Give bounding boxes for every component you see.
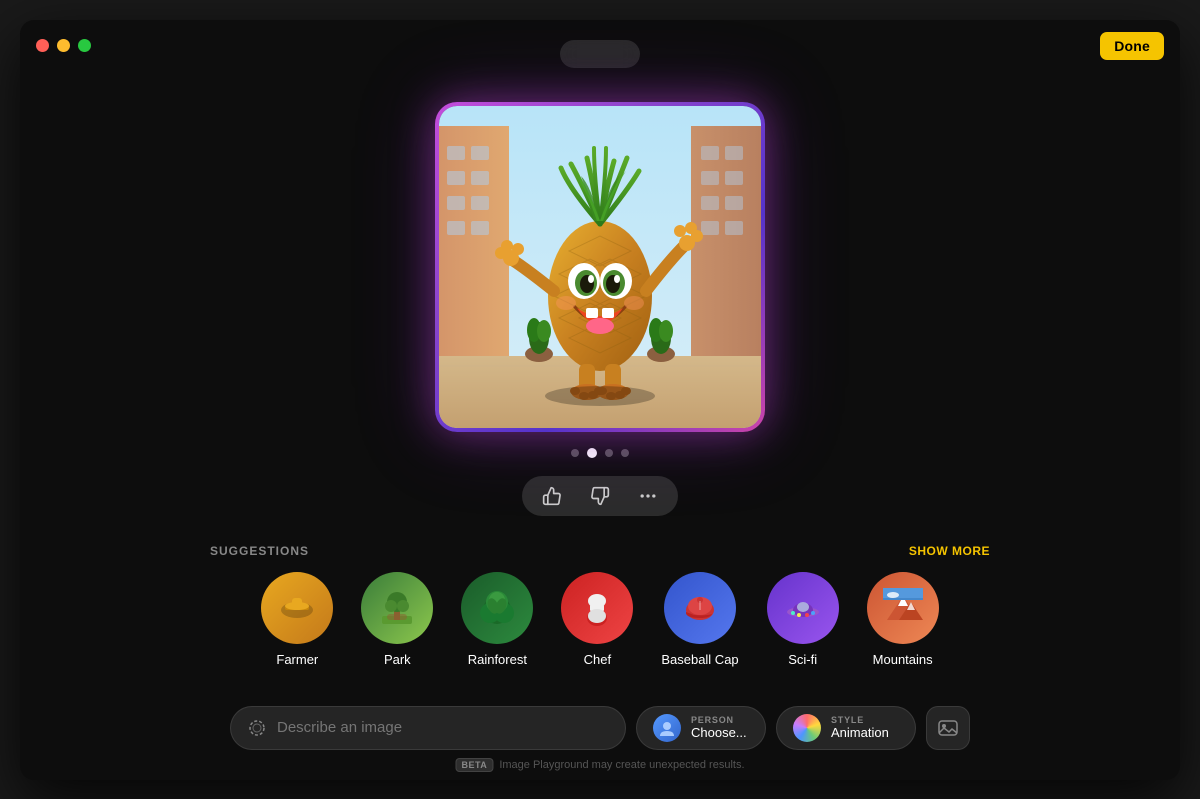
generated-image — [439, 106, 761, 428]
action-buttons — [522, 476, 678, 516]
mountains-label: Mountains — [873, 652, 933, 667]
main-window: Done — [20, 20, 1180, 780]
suggestion-park[interactable]: Park — [361, 572, 433, 667]
suggestions-section: SUGGESTIONS SHOW MORE Farmer — [210, 544, 990, 667]
beta-badge: BETA — [455, 758, 493, 772]
suggestion-baseball-cap[interactable]: Baseball Cap — [661, 572, 738, 667]
style-text: STYLE Animation — [831, 715, 889, 740]
person-avatar — [653, 714, 681, 742]
thumbs-up-button[interactable] — [536, 482, 568, 510]
pineapple-scene-svg — [439, 106, 761, 428]
baseball-cap-icon — [664, 572, 736, 644]
suggestions-header: SUGGESTIONS SHOW MORE — [210, 544, 990, 558]
done-button[interactable]: Done — [1100, 32, 1164, 60]
dot-4[interactable] — [621, 449, 629, 457]
person-selector-button[interactable]: PERSON Choose... — [636, 706, 766, 750]
rainforest-icon — [461, 572, 533, 644]
chef-icon — [561, 572, 633, 644]
content-area: SUGGESTIONS SHOW MORE Farmer — [20, 72, 1180, 780]
dot-3[interactable] — [605, 449, 613, 457]
bottom-bar: PERSON Choose... STYLE Animation — [230, 706, 970, 750]
park-label: Park — [384, 652, 411, 667]
style-sphere-icon — [793, 714, 821, 742]
maximize-button[interactable] — [78, 39, 91, 52]
rainforest-label: Rainforest — [468, 652, 527, 667]
suggestion-rainforest[interactable]: Rainforest — [461, 572, 533, 667]
dot-1[interactable] — [571, 449, 579, 457]
close-button[interactable] — [36, 39, 49, 52]
search-input-container — [230, 706, 626, 750]
dot-2[interactable] — [587, 448, 597, 458]
thumbs-down-button[interactable] — [584, 482, 616, 510]
park-icon — [361, 572, 433, 644]
farmer-label: Farmer — [276, 652, 318, 667]
style-value: Animation — [831, 725, 889, 740]
sci-fi-label: Sci-fi — [788, 652, 817, 667]
dot-indicators — [571, 448, 629, 458]
beta-notice: BETA Image Playground may create unexpec… — [455, 758, 744, 772]
suggestions-title: SUGGESTIONS — [210, 544, 309, 558]
mountains-icon — [867, 572, 939, 644]
style-selector-button[interactable]: STYLE Animation — [776, 706, 916, 750]
person-value: Choose... — [691, 725, 747, 740]
traffic-lights — [36, 39, 91, 52]
top-pill — [560, 40, 640, 68]
minimize-button[interactable] — [57, 39, 70, 52]
image-frame — [435, 102, 765, 432]
search-icon — [247, 718, 267, 738]
farmer-icon — [261, 572, 333, 644]
image-wrapper — [435, 102, 765, 516]
style-label: STYLE — [831, 715, 889, 725]
show-more-button[interactable]: SHOW MORE — [909, 544, 990, 558]
suggestion-chef[interactable]: Chef — [561, 572, 633, 667]
suggestions-grid: Farmer Park — [210, 572, 990, 667]
image-picker-button[interactable] — [926, 706, 970, 750]
person-text: PERSON Choose... — [691, 715, 747, 740]
suggestion-farmer[interactable]: Farmer — [261, 572, 333, 667]
describe-input[interactable] — [277, 719, 609, 736]
beta-text: Image Playground may create unexpected r… — [499, 759, 744, 771]
sci-fi-icon — [767, 572, 839, 644]
suggestion-mountains[interactable]: Mountains — [867, 572, 939, 667]
suggestion-sci-fi[interactable]: Sci-fi — [767, 572, 839, 667]
baseball-cap-label: Baseball Cap — [661, 652, 738, 667]
more-options-button[interactable] — [632, 482, 664, 510]
chef-label: Chef — [584, 652, 611, 667]
person-label: PERSON — [691, 715, 747, 725]
